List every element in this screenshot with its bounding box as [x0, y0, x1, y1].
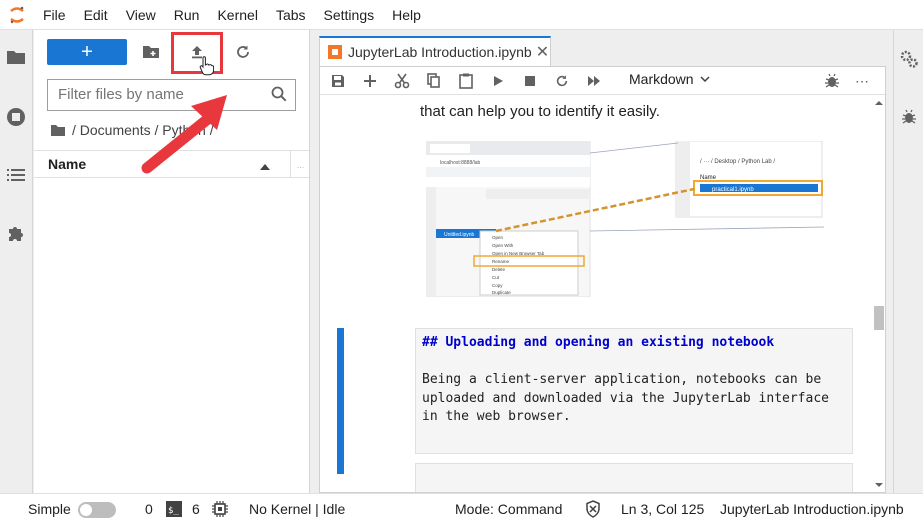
embedded-url: localhost:8888/lab	[440, 160, 481, 166]
scroll-down-icon[interactable]	[874, 482, 884, 488]
restart-icon[interactable]	[552, 71, 572, 91]
main-dock-area: JupyterLab Introduction.ipynb ✕ Markdown…	[311, 30, 893, 493]
folder-icon[interactable]	[5, 46, 27, 68]
cpu-icon[interactable]	[212, 501, 228, 520]
jupyter-logo-icon	[0, 0, 34, 30]
notebook-scrollbar[interactable]	[872, 96, 885, 492]
menu-help[interactable]: Help	[383, 0, 430, 30]
home-folder-icon[interactable]	[50, 124, 66, 137]
embedded-context-item: Open With	[492, 243, 514, 248]
sort-ascending-icon[interactable]	[260, 158, 270, 174]
debugger-sidebar-icon[interactable]	[898, 106, 920, 128]
embedded-left-file: Untitled.ipynb	[444, 232, 475, 238]
status-bar: Simple 0 $_ 6 No Kernel | Idle Mode: Com…	[0, 493, 923, 523]
cut-icon[interactable]	[392, 71, 412, 91]
tab-notebook[interactable]: JupyterLab Introduction.ipynb ✕	[319, 36, 551, 66]
annotation-arrow	[141, 95, 227, 174]
terminal-icon[interactable]: $_	[166, 501, 182, 520]
embedded-context-item: Cut	[492, 275, 500, 280]
menu-tabs[interactable]: Tabs	[267, 0, 315, 30]
extension-icon[interactable]	[5, 222, 27, 244]
save-icon[interactable]	[328, 71, 348, 91]
stop-icon[interactable]	[520, 71, 540, 91]
next-cell[interactable]	[415, 463, 853, 492]
cursor-position[interactable]: Ln 3, Col 125	[621, 501, 704, 517]
menu-view[interactable]: View	[117, 0, 165, 30]
new-folder-icon[interactable]	[137, 39, 165, 65]
embedded-screenshot-image: localhost:8888/lab Untitled.ipynb Open O…	[426, 141, 824, 297]
file-browser: + / Documents / Python / Name ...	[34, 30, 310, 493]
embedded-context-item: Copy	[492, 283, 503, 288]
new-launcher-button[interactable]: +	[47, 39, 127, 65]
embedded-right-breadcrumb: / ··· / Desktop / Python Lab /	[700, 159, 775, 165]
embedded-context-item: Delete	[492, 267, 506, 272]
menubar: File Edit View Run Kernel Tabs Settings …	[0, 0, 923, 30]
simple-mode-label: Simple	[28, 501, 71, 517]
left-sidebar	[0, 30, 33, 493]
markdown-paragraph: that can help you to identify it easily.	[420, 103, 660, 120]
markdown-body: Being a client-server application, noteb…	[422, 372, 829, 424]
menu-file[interactable]: File	[34, 0, 75, 30]
trust-shield-icon[interactable]	[585, 500, 601, 521]
menu-run[interactable]: Run	[165, 0, 209, 30]
menu-edit[interactable]: Edit	[75, 0, 117, 30]
column-resize-handle[interactable]: ...	[290, 151, 310, 177]
markdown-cell-editor[interactable]: ## Uploading and opening an existing not…	[415, 328, 853, 454]
property-inspector-icon[interactable]	[898, 48, 920, 70]
debugger-icon[interactable]	[822, 71, 842, 91]
more-options-icon[interactable]: ⋯	[852, 71, 872, 91]
fast-forward-icon[interactable]	[584, 71, 604, 91]
menu-settings[interactable]: Settings	[315, 0, 384, 30]
cell-type-value: Markdown	[629, 71, 694, 87]
search-icon	[271, 86, 287, 105]
svg-text:$_: $_	[168, 506, 179, 516]
mode-indicator: Mode: Command	[455, 501, 563, 517]
scroll-up-icon[interactable]	[874, 100, 884, 106]
menu-kernel[interactable]: Kernel	[208, 0, 266, 30]
copy-icon[interactable]	[424, 71, 444, 91]
run-icon[interactable]	[488, 71, 508, 91]
active-cell-indicator	[337, 328, 344, 474]
chevron-down-icon	[700, 76, 710, 82]
terminals-count[interactable]: 0	[145, 501, 153, 517]
close-icon[interactable]: ✕	[536, 42, 549, 62]
markdown-heading: ## Uploading and opening an existing not…	[422, 335, 775, 350]
name-column-header[interactable]: Name	[48, 156, 86, 172]
add-cell-icon[interactable]	[360, 71, 380, 91]
embedded-context-item: Open	[492, 235, 504, 240]
table-of-contents-icon[interactable]	[5, 164, 27, 186]
notebook-toolbar: Markdown ⋯	[320, 67, 885, 95]
tab-title: JupyterLab Introduction.ipynb	[348, 44, 532, 60]
kernel-status[interactable]: No Kernel | Idle	[249, 501, 345, 517]
running-icon[interactable]	[5, 106, 27, 128]
refresh-icon[interactable]	[229, 39, 257, 65]
embedded-context-item: Duplicate	[492, 290, 511, 295]
simple-mode-toggle[interactable]	[78, 502, 116, 518]
current-filename: JupyterLab Introduction.ipynb	[720, 501, 904, 517]
paste-icon[interactable]	[456, 71, 476, 91]
embedded-right-file: practical1.ipynb	[712, 187, 754, 193]
embedded-context-item: Rename	[492, 259, 510, 264]
right-sidebar	[893, 30, 923, 493]
notebook-content: that can help you to identify it easily.…	[320, 96, 872, 492]
notebook-icon	[328, 45, 342, 59]
notebook-panel: Markdown ⋯ that can help you to identify…	[319, 66, 886, 493]
cursor-hand-icon	[196, 54, 216, 78]
scroll-thumb[interactable]	[874, 306, 884, 330]
cell-type-dropdown[interactable]: Markdown	[629, 71, 710, 87]
kernels-count[interactable]: 6	[192, 501, 200, 517]
